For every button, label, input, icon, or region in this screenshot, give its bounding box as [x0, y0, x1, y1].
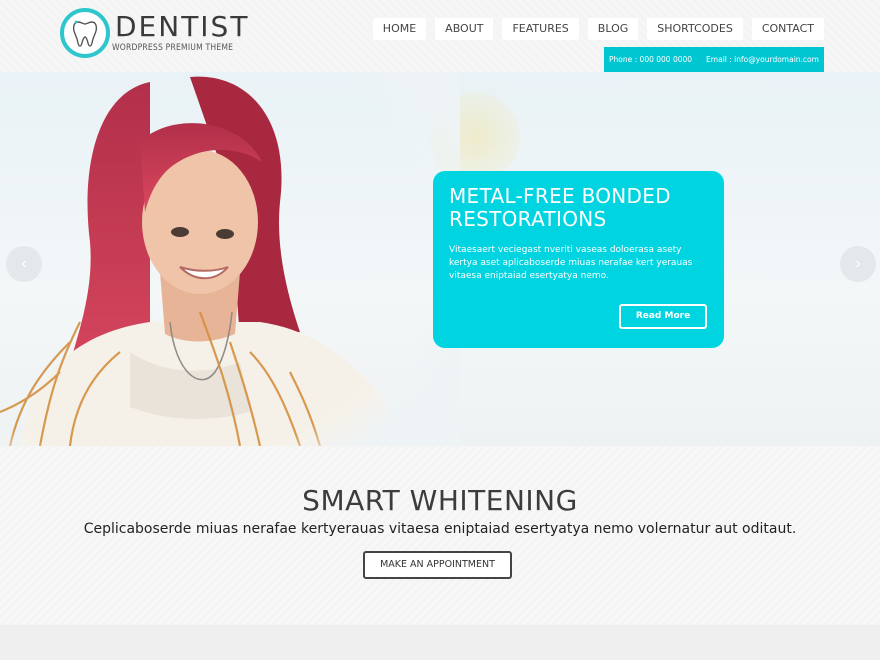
tooth-logo-icon: [60, 8, 110, 58]
slide-caption-card: METAL-FREE BONDED RESTORATIONS Vitaesaer…: [433, 171, 724, 348]
contact-bar: Phone : 000 000 0000 Email : info@yourdo…: [604, 47, 824, 72]
chevron-left-icon: ‹: [21, 255, 27, 272]
hero-portrait-image: [0, 72, 460, 446]
nav-home[interactable]: HOME: [372, 18, 427, 40]
nav-features[interactable]: FEATURES: [502, 18, 579, 40]
site-header: DENTIST WORDPRESS PREMIUM THEME HOME ABO…: [0, 0, 880, 72]
logo-subtitle: WORDPRESS PREMIUM THEME: [112, 43, 234, 53]
chevron-right-icon: ›: [855, 255, 861, 272]
slider-next-button[interactable]: ›: [840, 246, 876, 282]
main-nav: HOME ABOUT FEATURES BLOG SHORTCODES CONT…: [372, 18, 824, 40]
site-logo[interactable]: DENTIST WORDPRESS PREMIUM THEME: [60, 8, 247, 60]
nav-blog[interactable]: BLOG: [587, 18, 639, 40]
nav-shortcodes[interactable]: SHORTCODES: [647, 18, 743, 40]
nav-contact[interactable]: CONTACT: [751, 18, 824, 40]
read-more-button[interactable]: Read More: [619, 304, 707, 329]
section-title: SMART WHITENING: [302, 484, 578, 517]
slide-title: METAL-FREE BONDED RESTORATIONS: [449, 184, 671, 231]
contact-email[interactable]: Email : info@yourdomain.com: [706, 47, 819, 72]
footer-strip: [0, 625, 880, 660]
section-text: Ceplicaboserde miuas nerafae kertyerauas…: [83, 521, 797, 537]
whitening-section: SMART WHITENING Ceplicaboserde miuas ner…: [0, 446, 880, 625]
slider-prev-button[interactable]: ‹: [6, 246, 42, 282]
slide-text: Vitaesaert veciegast nveriti vaseas dolo…: [449, 245, 693, 281]
nav-about[interactable]: ABOUT: [435, 18, 494, 40]
contact-phone: Phone : 000 000 0000: [609, 55, 693, 64]
make-appointment-button[interactable]: MAKE AN APPOINTMENT: [363, 551, 512, 579]
logo-title: DENTIST: [115, 10, 250, 43]
hero-slider: ‹ › METAL-FREE BONDED RESTORATIONS Vitae…: [0, 72, 880, 446]
